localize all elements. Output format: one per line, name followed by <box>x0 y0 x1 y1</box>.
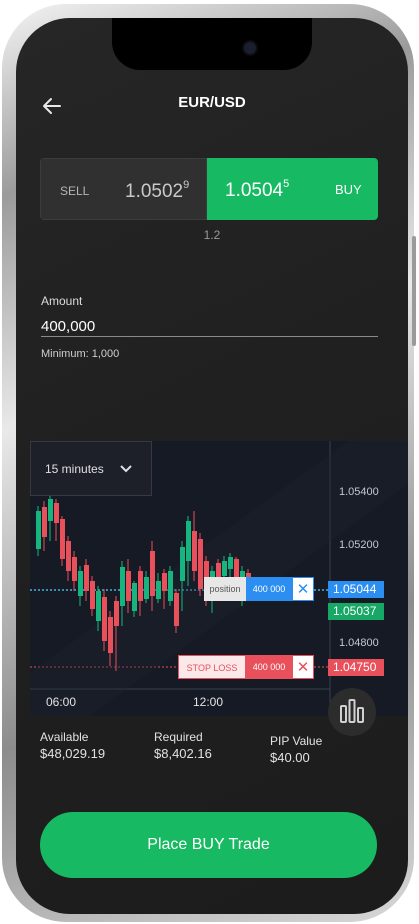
close-stop-loss-button[interactable]: ✕ <box>292 655 314 679</box>
bar-chart-icon <box>340 699 364 723</box>
candle-body <box>114 601 119 626</box>
candle-body <box>84 565 89 591</box>
candle-body <box>36 511 41 549</box>
candle-body <box>48 499 53 521</box>
candle-body <box>186 521 191 561</box>
candle-body <box>222 561 227 576</box>
phone-frame: EUR/USD SELL 1.05029 1.05045 BUY 1.2 Amo… <box>2 4 416 922</box>
sell-price: 1.05029 <box>125 179 190 202</box>
sell-price-tag: 1.05037 <box>328 603 384 620</box>
stat-label: PIP Value <box>270 734 323 748</box>
buy-button[interactable]: 1.05045 BUY <box>207 158 378 220</box>
timeframe-dropdown[interactable]: 15 minutes <box>30 441 152 496</box>
stat-value: $40.00 <box>270 750 310 765</box>
side-button <box>412 236 416 346</box>
phone-screen: EUR/USD SELL 1.05029 1.05045 BUY 1.2 Amo… <box>16 18 408 914</box>
price-selector: SELL 1.05029 1.05045 BUY <box>40 158 378 220</box>
stat-label: Available <box>40 730 89 744</box>
candle-body <box>162 573 167 591</box>
candle-body <box>42 507 47 537</box>
candle-body <box>78 571 83 596</box>
chevron-down-icon <box>120 465 132 473</box>
position-chip[interactable]: position <box>204 577 246 601</box>
candle-body <box>198 539 203 589</box>
candle-body <box>192 531 197 571</box>
stat-required: Required $8,402.16 <box>154 730 212 761</box>
candle-body <box>96 591 101 621</box>
candle-body <box>120 567 125 606</box>
candle-body <box>180 547 185 581</box>
candle-body <box>228 557 233 569</box>
amount-label: Amount <box>41 294 83 308</box>
amount-minimum: Minimum: 1,000 <box>41 348 120 360</box>
stop-loss-chip[interactable]: STOP LOSS <box>178 655 246 679</box>
candle-body <box>156 581 161 599</box>
spread-value: 1.2 <box>203 228 221 242</box>
place-buy-trade-button[interactable]: Place BUY Trade <box>40 812 377 878</box>
buy-price: 1.05045 <box>225 178 290 201</box>
stat-pip-value: PIP Value $40.00 <box>270 734 322 765</box>
price-chart[interactable]: 15 minutes 1.05400 1.05200 1.04800 1.050… <box>30 441 408 716</box>
stop-loss-amount: 400 000 <box>246 655 292 679</box>
position-amount: 400 000 <box>246 577 292 601</box>
page-title: EUR/USD <box>178 94 246 111</box>
stat-value: $48,029.19 <box>40 746 106 761</box>
amount-input[interactable]: 400,000 <box>41 318 95 335</box>
candle-body <box>126 571 131 601</box>
buy-price-tag: 1.05044 <box>328 581 384 598</box>
candle-body <box>72 557 77 581</box>
y-tick-label: 1.05200 <box>339 539 379 551</box>
x-tick-label: 06:00 <box>46 695 77 709</box>
buy-label: BUY <box>335 182 362 197</box>
candle-body <box>108 617 113 653</box>
notch <box>112 18 312 70</box>
close-position-button[interactable]: ✕ <box>292 577 314 601</box>
candle-body <box>168 571 173 601</box>
timeframe-label: 15 minutes <box>45 462 104 476</box>
candle-body <box>54 503 59 523</box>
y-tick-label: 1.05400 <box>339 486 379 498</box>
sell-button[interactable]: SELL 1.05029 <box>40 158 207 220</box>
camera-icon <box>242 40 258 56</box>
amount-underline <box>41 336 378 337</box>
stop-loss-price-tag: 1.04750 <box>328 659 384 676</box>
candle-body <box>138 571 143 601</box>
stat-label: Required <box>154 730 203 744</box>
stat-value: $8,402.16 <box>154 746 212 761</box>
candle-body <box>150 551 155 596</box>
y-tick-label: 1.04800 <box>339 637 379 649</box>
candle-body <box>102 597 107 641</box>
candle-body <box>60 519 65 559</box>
candle-body <box>144 577 149 599</box>
candle-body <box>132 583 137 611</box>
candle-body <box>174 593 179 626</box>
candle-body <box>66 541 71 571</box>
stat-available: Available $48,029.19 <box>40 730 105 761</box>
x-tick-label: 12:00 <box>193 695 224 709</box>
chart-toggle-button[interactable] <box>328 688 376 736</box>
candle-body <box>90 581 95 609</box>
sell-label: SELL <box>60 184 90 198</box>
